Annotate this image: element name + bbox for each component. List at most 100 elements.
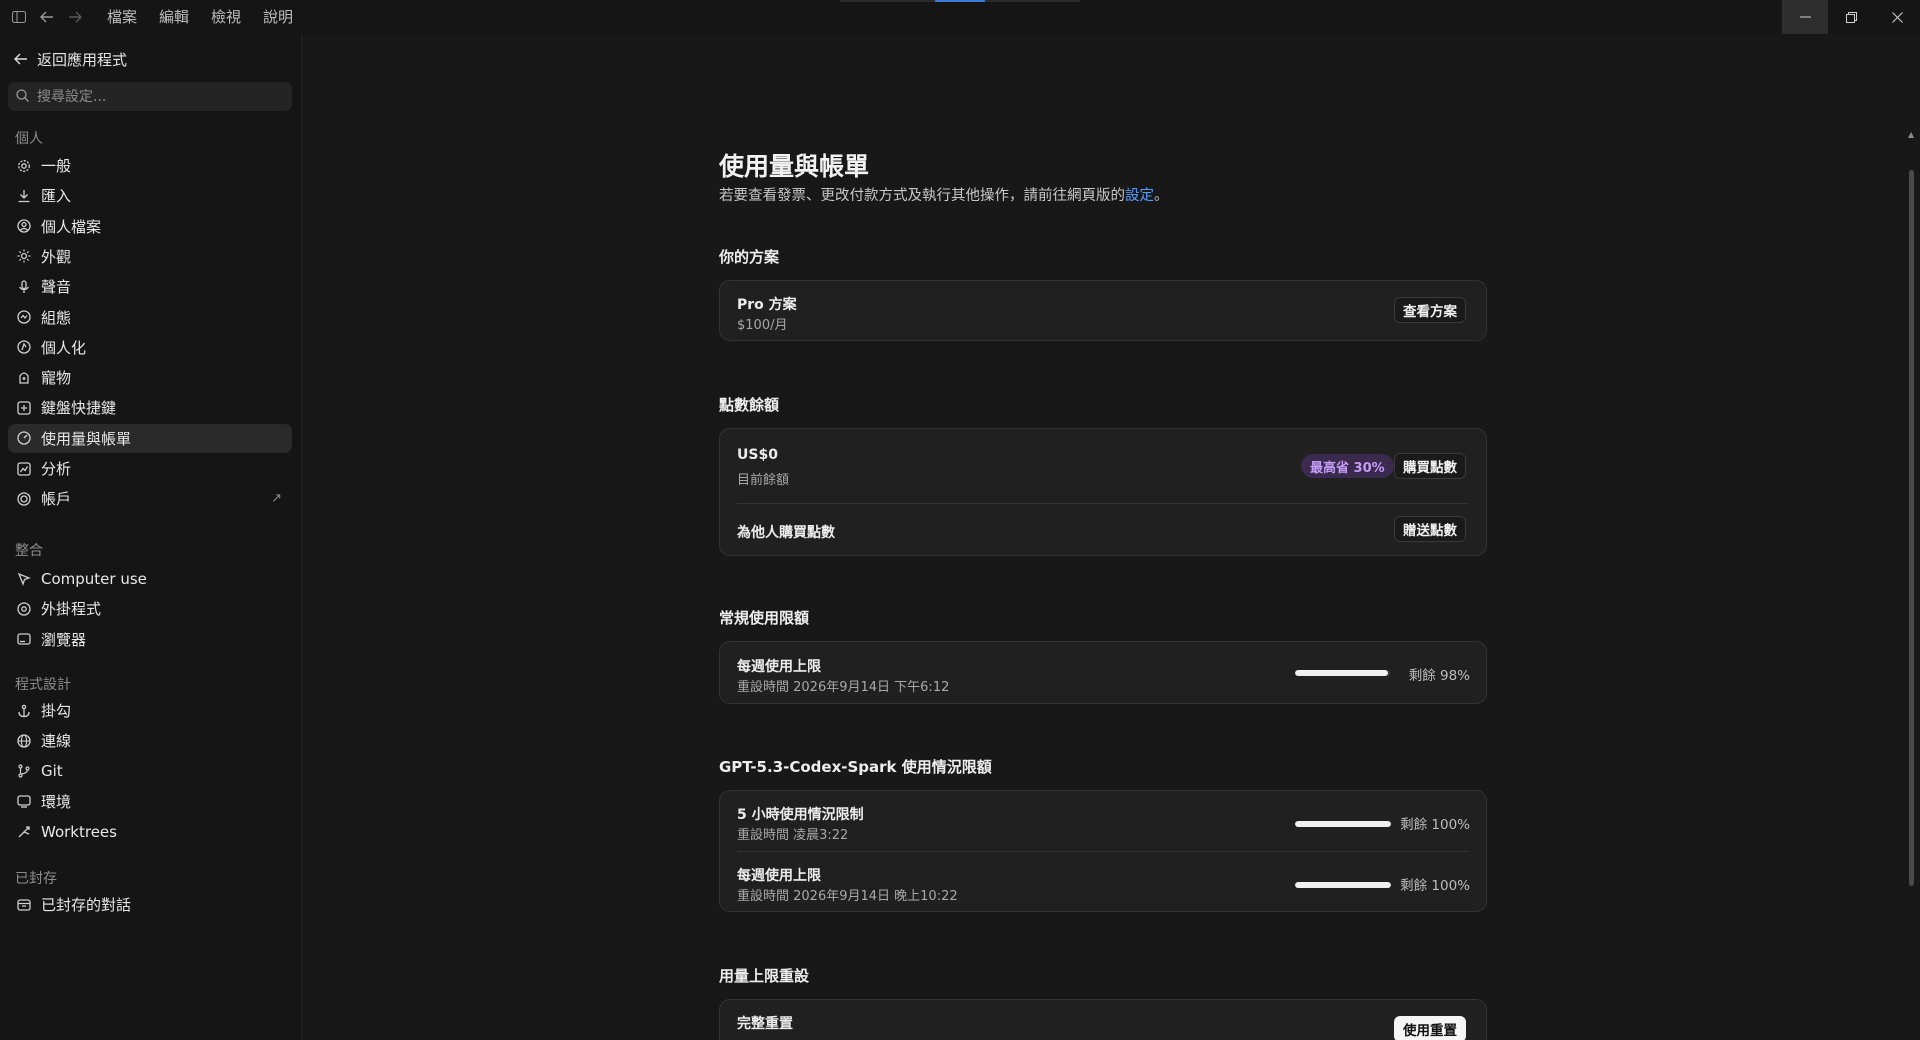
sidebar-item-globe[interactable]: 連線: [8, 726, 292, 755]
plugin-icon: [17, 602, 31, 616]
forward-arrow-icon[interactable]: [64, 6, 86, 28]
globe-icon: [17, 734, 31, 748]
user-circle-icon: [17, 219, 31, 233]
section-programming: 程式設計: [15, 677, 71, 693]
section-personal: 個人: [15, 131, 43, 147]
microphone-icon: [17, 280, 31, 294]
sidebar-item-config[interactable]: 組態: [8, 303, 292, 332]
keyboard-icon: [17, 401, 31, 415]
external-link-icon: ↗: [271, 491, 282, 507]
sidebar-item-microphone[interactable]: 聲音: [8, 272, 292, 301]
settings-sidebar: 返回應用程式 個人 一般匯入個人檔案外觀聲音組態個人化寵物鍵盤快捷鍵使用量與帳單…: [0, 34, 302, 1040]
spark-weekly-limit-title: 每週使用上限: [737, 868, 821, 884]
use-reset-button[interactable]: 使用重置: [1394, 1016, 1466, 1040]
five-hour-limit-progress: [1295, 821, 1391, 827]
sidebar-item-label: 一般: [41, 157, 72, 175]
sidebar-item-git-branch[interactable]: Git: [8, 757, 292, 786]
archive-icon: [17, 898, 31, 912]
sidebar-item-label: 鍵盤快捷鍵: [41, 399, 117, 418]
sidebar-item-label: Git: [41, 762, 63, 781]
spark-weekly-limit-remaining: 剩餘 100%: [1400, 878, 1470, 894]
gauge-icon: [17, 431, 31, 445]
window-controls: [1782, 0, 1920, 34]
sidebar-item-label: 外觀: [41, 247, 72, 266]
title-bar: 檔案 編輯 檢視 說明: [0, 0, 1920, 34]
sidebar-item-personalize[interactable]: 個人化: [8, 333, 292, 362]
credits-card: US$0 目前餘額 最高省 30% 購買點數 為他人購買點數 贈送點數: [719, 428, 1487, 556]
sidebar-item-plugin[interactable]: 外掛程式: [8, 594, 292, 623]
section-integrations: 整合: [15, 543, 43, 559]
full-reset-title: 完整重置: [737, 1016, 793, 1032]
sidebar-item-label: 分析: [41, 460, 72, 478]
sidebar-item-label: 個人化: [41, 338, 87, 357]
sidebar-item-label: 個人檔案: [41, 217, 102, 236]
scrollbar-thumb[interactable]: [1909, 170, 1914, 886]
sidebar-toggle-icon[interactable]: [8, 6, 30, 28]
page-title: 使用量與帳單: [719, 152, 870, 181]
buy-credits-button[interactable]: 購買點數: [1394, 453, 1466, 479]
sidebar-item-chart[interactable]: 分析: [8, 454, 292, 483]
cursor-icon: [17, 572, 31, 586]
sidebar-item-download[interactable]: 匯入: [8, 181, 292, 210]
sidebar-item-worktree[interactable]: Worktrees: [8, 817, 292, 846]
scroll-up-icon[interactable]: ▲: [1908, 130, 1914, 139]
sidebar-item-pet[interactable]: 寵物: [8, 363, 292, 392]
config-icon: [17, 310, 31, 324]
restore-icon[interactable]: [1828, 0, 1874, 34]
sun-icon: [17, 249, 31, 263]
spark-weekly-limit-progress: [1295, 882, 1391, 888]
back-arrow-icon[interactable]: [36, 6, 58, 28]
sidebar-item-sun[interactable]: 外觀: [8, 242, 292, 271]
five-hour-limit-remaining: 剩餘 100%: [1400, 817, 1470, 833]
regular-limits-section-title: 常規使用限額: [719, 609, 810, 627]
back-to-app-label: 返回應用程式: [37, 51, 128, 69]
search-icon: [16, 88, 29, 106]
menu-edit[interactable]: 編輯: [148, 0, 200, 34]
chart-icon: [17, 461, 31, 476]
search-input[interactable]: [37, 88, 277, 105]
sidebar-item-archive[interactable]: 已封存的對話: [8, 890, 292, 919]
weekly-limit-remaining: 剩餘 98%: [1408, 668, 1470, 684]
back-to-app-link[interactable]: 返回應用程式: [14, 49, 127, 70]
sidebar-item-label: 掛勾: [41, 702, 72, 720]
sidebar-item-gear[interactable]: 一般: [8, 151, 292, 180]
menu-file[interactable]: 檔案: [96, 0, 148, 34]
sidebar-item-cursor[interactable]: Computer use: [8, 564, 292, 593]
menu-help[interactable]: 說明: [252, 0, 304, 34]
monitor-icon: [17, 794, 31, 809]
gift-credits-label: 為他人購買點數: [737, 525, 835, 541]
sidebar-item-monitor[interactable]: 環境: [8, 787, 292, 816]
menu-view[interactable]: 檢視: [200, 0, 252, 34]
sidebar-item-keyboard[interactable]: 鍵盤快捷鍵: [8, 393, 292, 422]
main-scrollbar[interactable]: ▲: [1908, 130, 1916, 900]
gift-credits-button[interactable]: 贈送點數: [1394, 516, 1466, 542]
sidebar-item-label: 環境: [41, 792, 72, 811]
sidebar-item-label: 使用量與帳單: [41, 429, 132, 448]
settings-search: [8, 82, 292, 111]
sidebar-item-label: 外掛程式: [41, 600, 102, 619]
back-arrow-icon: [14, 51, 28, 69]
sidebar-item-anchor[interactable]: 掛勾: [8, 696, 292, 725]
subtitle-end: 。: [1154, 188, 1169, 204]
close-icon[interactable]: [1874, 0, 1920, 34]
sidebar-item-label: 聲音: [41, 278, 72, 297]
view-plan-button[interactable]: 查看方案: [1394, 297, 1466, 323]
spark-weekly-limit-reset: 重設時間 2026年9月14日 晚上10:22: [737, 889, 958, 904]
minimize-icon[interactable]: [1782, 0, 1828, 34]
spark-limits-section-title: GPT-5.3-Codex-Spark 使用情況限額: [719, 758, 992, 776]
gift-credits-row: 為他人購買點數 贈送點數: [720, 504, 1486, 556]
regular-limits-card: 每週使用上限 重設時間 2026年9月14日 下午6:12 剩餘 98%: [719, 641, 1487, 704]
credits-section-title: 點數餘額: [719, 396, 780, 414]
page-subtitle: 若要查看發票、更改付款方式及執行其他操作，請前往網頁版的設定。: [719, 184, 1169, 205]
section-archived: 已封存: [15, 871, 57, 887]
plan-card: Pro 方案 $100/月 查看方案: [719, 280, 1487, 341]
sidebar-item-gauge[interactable]: 使用量與帳單: [8, 423, 292, 453]
settings-web-link[interactable]: 設定: [1125, 188, 1154, 204]
sidebar-item-label: 連線: [41, 732, 72, 751]
sidebar-item-user-circle[interactable]: 個人檔案: [8, 212, 292, 241]
sidebar-item-account[interactable]: 帳戶 ↗: [8, 484, 292, 513]
sidebar-item-browser[interactable]: 瀏覽器: [8, 625, 292, 654]
worktree-icon: [17, 825, 31, 839]
settings-main: 使用量與帳單 若要查看發票、更改付款方式及執行其他操作，請前往網頁版的設定。 你…: [303, 34, 1920, 1040]
spark-weekly-limit-row: 每週使用上限 重設時間 2026年9月14日 晚上10:22 剩餘 100%: [720, 852, 1486, 912]
